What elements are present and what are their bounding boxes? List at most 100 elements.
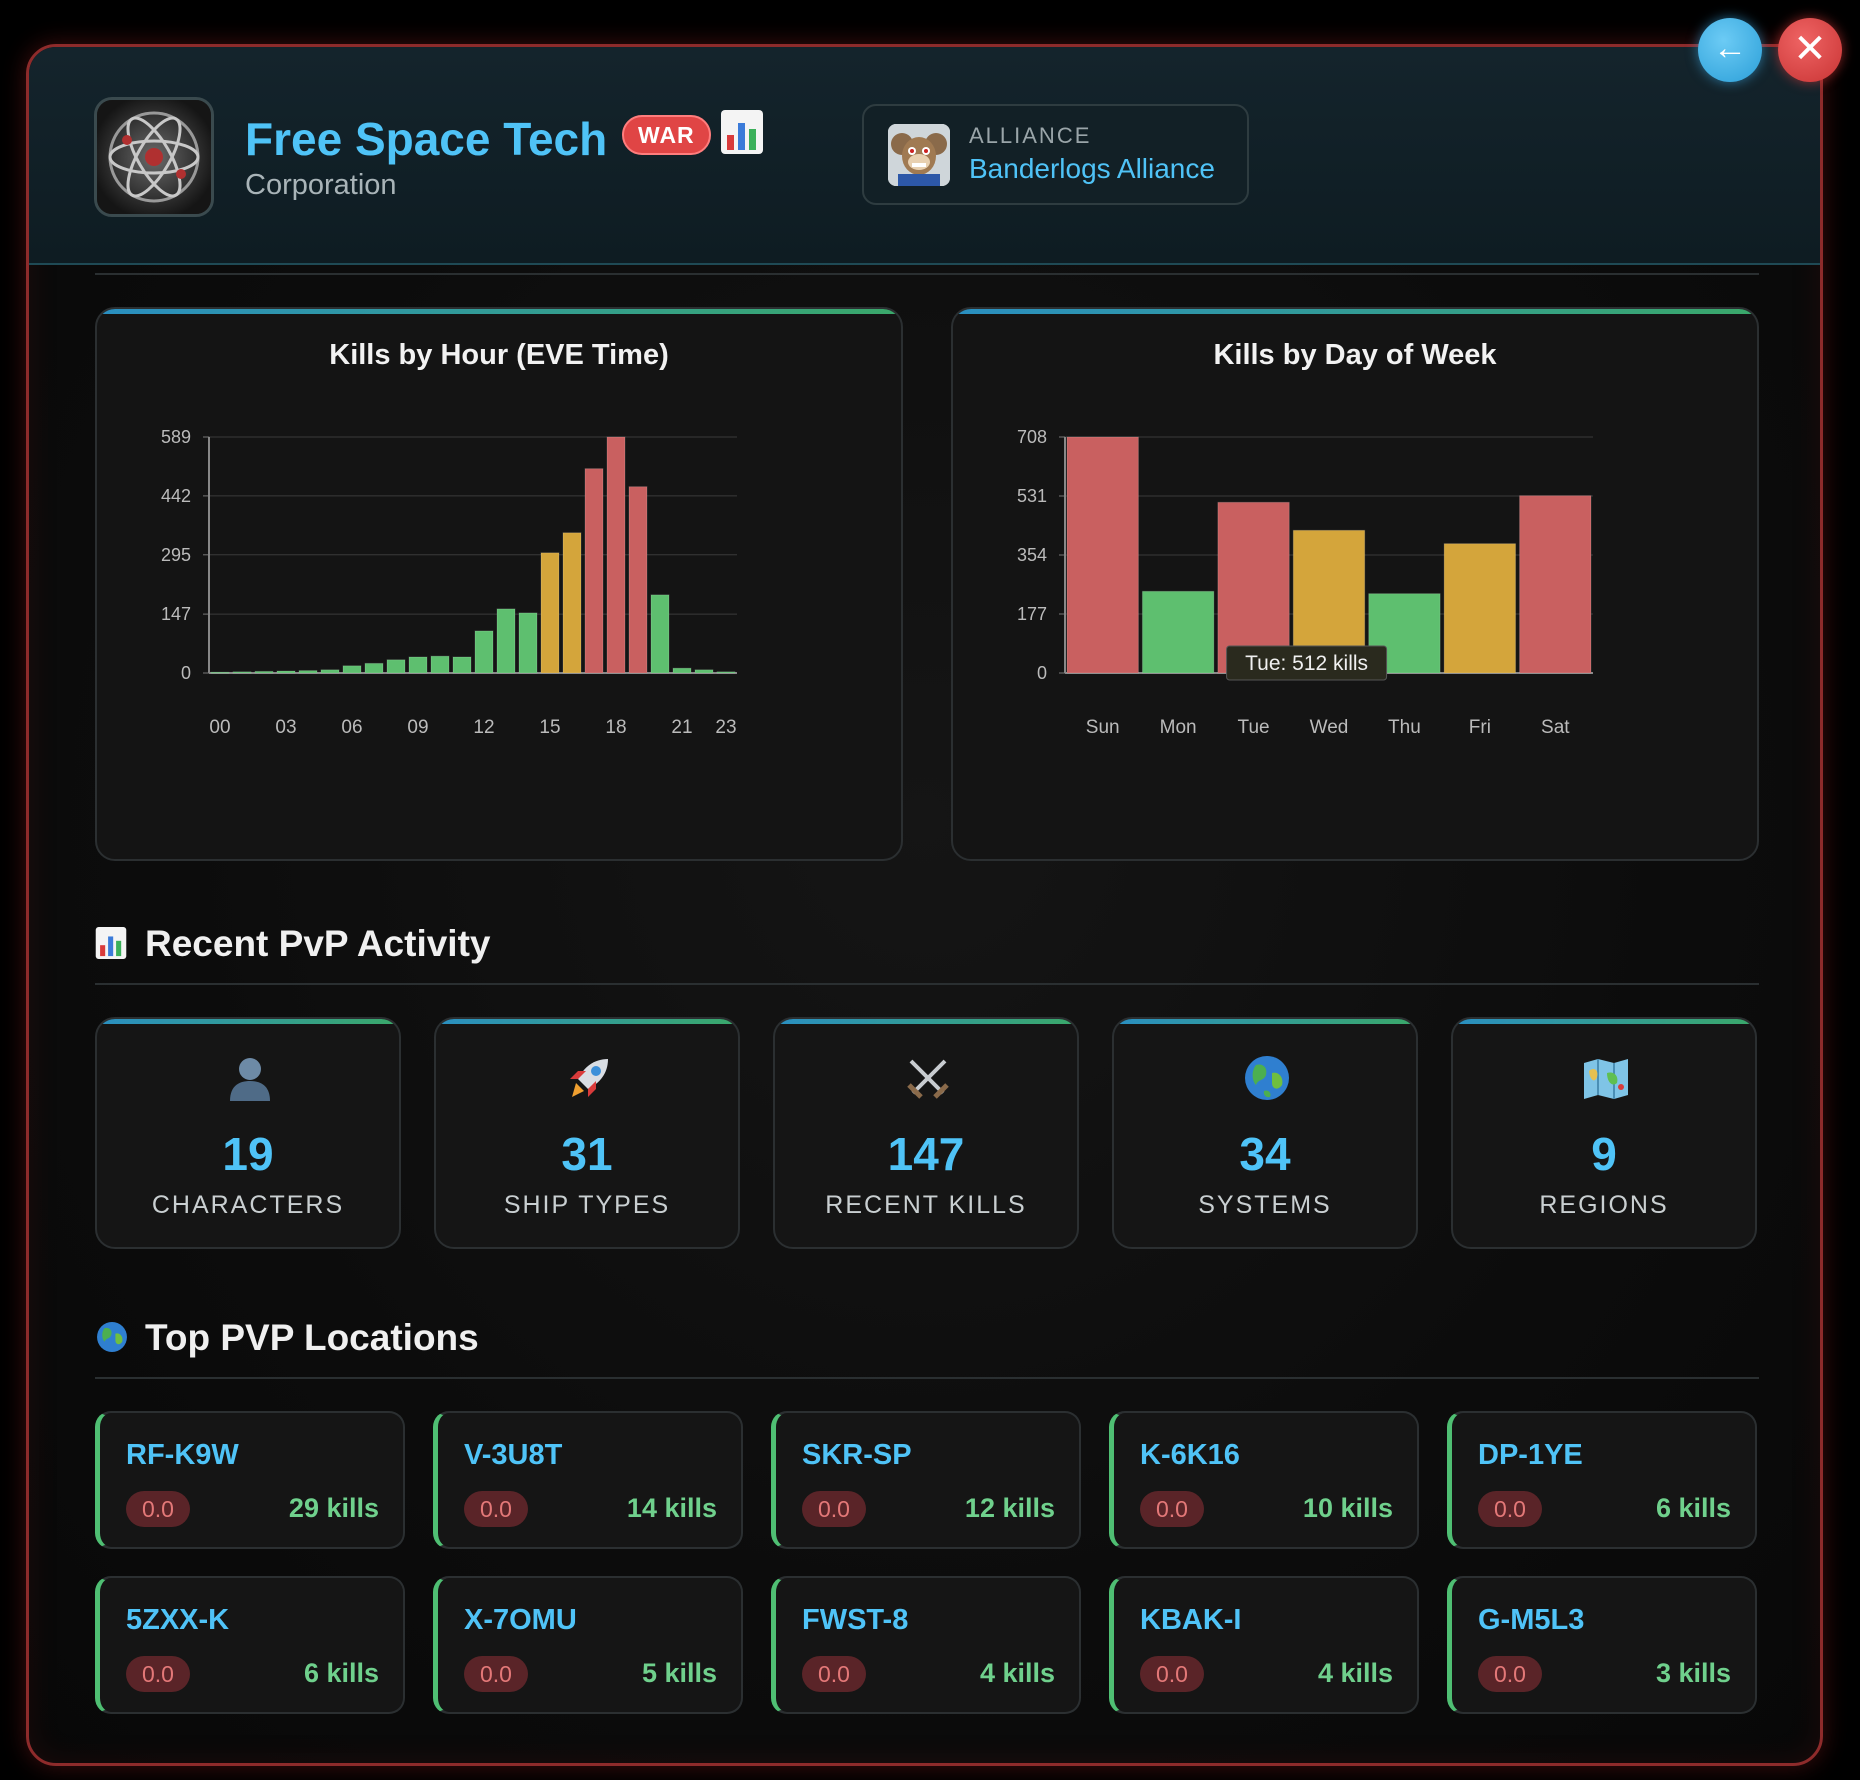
location-kills: 3 kills (1655, 1658, 1731, 1688)
x-tick-label: 15 (539, 717, 560, 738)
x-tick-label: Tue (1238, 717, 1270, 738)
location-card[interactable]: DP-1YE 0.0 6 kills (1447, 1411, 1757, 1549)
location-name[interactable]: V-3U8T (464, 1439, 562, 1472)
location-card[interactable]: KBAK-I 0.0 4 kills (1109, 1576, 1419, 1714)
y-tick-label: 0 (1037, 663, 1047, 683)
stat-label: CHARACTERS (151, 1191, 345, 1219)
bar (276, 670, 296, 674)
corporation-modal: Free Space Tech Corporation WAR ALLIANCE… (26, 44, 1823, 1766)
hourly-chart-plot[interactable]: 0 147 295 442 589 00 03 06 09 12 15 18 21 23 (97, 309, 901, 859)
y-tick-label: 295 (161, 545, 191, 565)
y-tick-label: 0 (181, 663, 191, 683)
corporation-name: Free Space Tech (245, 113, 608, 165)
bar-chart-icon[interactable] (720, 109, 764, 155)
stat-card-systems: 34 SYSTEMS (1112, 1017, 1418, 1249)
stat-card-characters: 19 CHARACTERS (95, 1017, 401, 1249)
back-button[interactable]: ← (1698, 18, 1762, 82)
stat-card-regions: 9 REGIONS (1451, 1017, 1757, 1249)
close-button[interactable]: ✕ (1778, 18, 1842, 82)
bar (408, 656, 428, 674)
recent-activity-title: Recent PvP Activity (95, 923, 490, 965)
bar (474, 630, 494, 674)
top-locations-title: Top PVP Locations (95, 1317, 479, 1359)
corporation-type: Corporation (245, 169, 397, 201)
x-tick-label: 23 (715, 717, 736, 738)
alliance-name[interactable]: Banderlogs Alliance (969, 153, 1215, 185)
location-card[interactable]: SKR-SP 0.0 12 kills (771, 1411, 1081, 1549)
location-card[interactable]: 5ZXX-K 0.0 6 kills (95, 1576, 405, 1714)
bar (386, 659, 406, 674)
globe-icon (95, 1320, 131, 1356)
security-badge: 0.0 (464, 1491, 528, 1527)
x-tick-label: 00 (209, 717, 230, 738)
y-tick-label: 531 (1017, 486, 1047, 506)
location-kills: 12 kills (964, 1493, 1055, 1523)
location-name[interactable]: X-7OMU (464, 1604, 577, 1637)
bar (320, 669, 340, 674)
bar (518, 612, 538, 674)
map-icon (1581, 1053, 1631, 1103)
location-card[interactable]: X-7OMU 0.0 5 kills (433, 1576, 743, 1714)
location-name[interactable]: DP-1YE (1478, 1439, 1583, 1472)
stat-label: REGIONS (1539, 1191, 1669, 1219)
stat-value: 31 (561, 1128, 613, 1180)
top-locations-title-text: Top PVP Locations (145, 1317, 479, 1358)
security-badge: 0.0 (126, 1656, 190, 1692)
bar-chart-icon (95, 926, 131, 962)
x-tick-label: 06 (341, 717, 362, 738)
location-card[interactable]: RF-K9W 0.0 29 kills (95, 1411, 405, 1549)
bar (430, 655, 450, 674)
stat-label: SHIP TYPES (503, 1191, 671, 1219)
y-tick-label: 177 (1017, 604, 1047, 624)
x-tick-label: Mon (1160, 717, 1197, 738)
globe-icon (1242, 1053, 1292, 1103)
alliance-link[interactable]: ALLIANCE Banderlogs Alliance (862, 104, 1249, 205)
location-card[interactable]: K-6K16 0.0 10 kills (1109, 1411, 1419, 1549)
bar (342, 665, 362, 674)
security-badge: 0.0 (1140, 1491, 1204, 1527)
bar (496, 608, 516, 674)
location-name[interactable]: G-M5L3 (1478, 1604, 1584, 1637)
security-badge: 0.0 (464, 1656, 528, 1692)
corporation-logo (94, 97, 214, 217)
weekday-chart-plot[interactable]: 0 177 354 531 708 Sun Mon Tue Wed Thu Fri Sat Tue: 5… (953, 309, 1757, 859)
y-tick-label: 354 (1017, 545, 1047, 565)
x-tick-label: 12 (473, 717, 494, 738)
stat-label: SYSTEMS (1198, 1191, 1332, 1219)
x-tick-label: Thu (1388, 717, 1421, 738)
bar (694, 669, 714, 674)
location-kills: 6 kills (1655, 1493, 1731, 1523)
x-tick-label: Sat (1541, 717, 1570, 738)
stat-value: 34 (1239, 1128, 1291, 1180)
crossed-swords-icon (903, 1053, 953, 1103)
location-name[interactable]: FWST-8 (802, 1604, 908, 1637)
x-tick-label: 03 (275, 717, 296, 738)
bar (562, 532, 582, 674)
location-name[interactable]: 5ZXX-K (126, 1604, 229, 1637)
bar (298, 670, 318, 674)
location-card[interactable]: G-M5L3 0.0 3 kills (1447, 1576, 1757, 1714)
section-divider (95, 1377, 1759, 1379)
location-name[interactable]: KBAK-I (1140, 1604, 1242, 1637)
location-card[interactable]: FWST-8 0.0 4 kills (771, 1576, 1081, 1714)
x-tick-label: 18 (605, 717, 626, 738)
location-card[interactable]: V-3U8T 0.0 14 kills (433, 1411, 743, 1549)
y-tick-label: 589 (161, 427, 191, 447)
location-kills: 29 kills (288, 1493, 379, 1523)
location-name[interactable]: SKR-SP (802, 1439, 912, 1472)
location-name[interactable]: K-6K16 (1140, 1439, 1240, 1472)
stat-value: 9 (1591, 1128, 1617, 1180)
bar (210, 671, 230, 674)
bar (584, 468, 604, 674)
y-tick-label: 442 (161, 486, 191, 506)
stat-label: RECENT KILLS (825, 1191, 1027, 1219)
location-kills: 10 kills (1302, 1493, 1393, 1523)
bar (254, 670, 274, 674)
x-tick-label: Fri (1469, 717, 1491, 738)
security-badge: 0.0 (802, 1491, 866, 1527)
bar (364, 662, 384, 674)
location-name[interactable]: RF-K9W (126, 1439, 239, 1472)
chart-tooltip: Tue: 512 kills (1226, 645, 1388, 681)
location-kills: 4 kills (979, 1658, 1055, 1688)
security-badge: 0.0 (1478, 1656, 1542, 1692)
